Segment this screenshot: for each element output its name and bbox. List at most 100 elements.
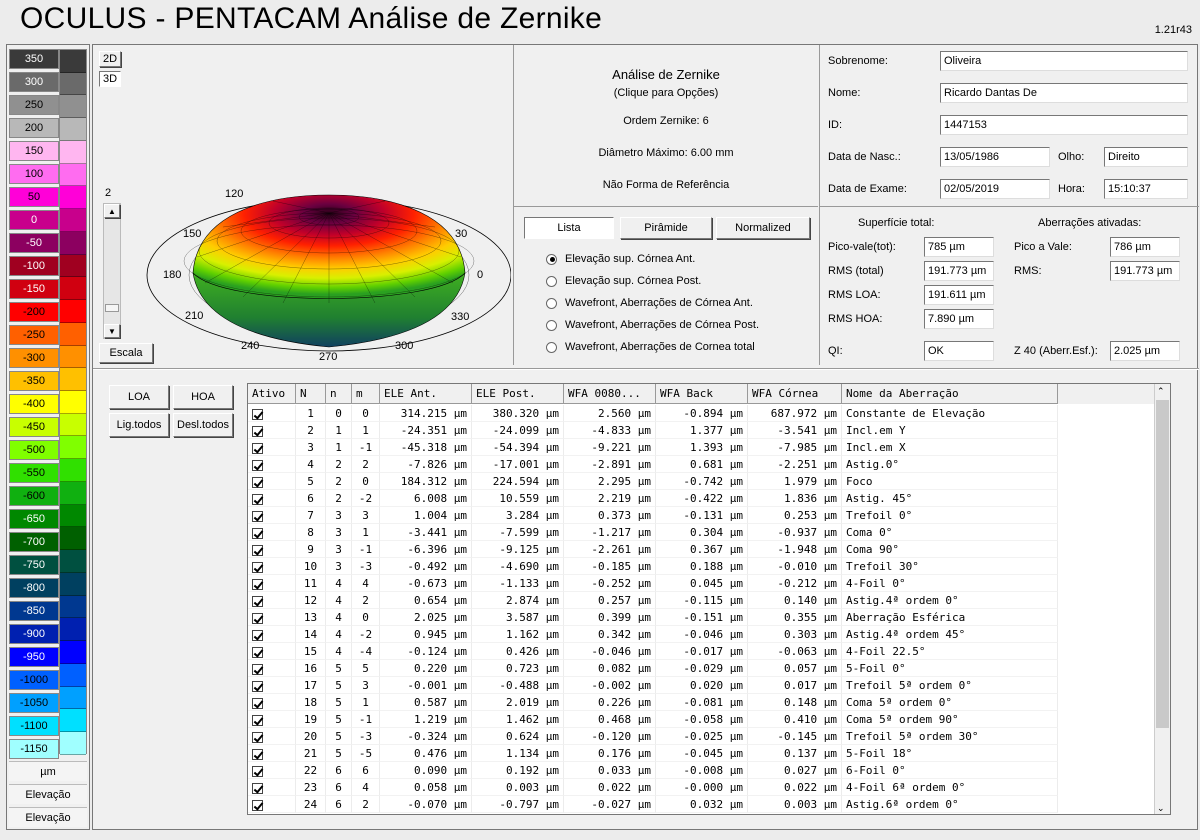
scroll-thumb[interactable] bbox=[1156, 400, 1169, 728]
column-header[interactable]: n bbox=[326, 384, 352, 404]
active-checkbox[interactable] bbox=[252, 510, 263, 522]
table-cell: -0.115 µm bbox=[656, 592, 748, 609]
table-row[interactable]: 19 5 -1 1.219 µm 1.462 µm 0.468 µm -0.058 µm 0.… bbox=[248, 711, 1162, 728]
active-checkbox[interactable] bbox=[252, 561, 263, 573]
table-row[interactable]: 12 4 2 0.654 µm 2.874 µm 0.257 µm -0.115 µm 0.1… bbox=[248, 592, 1162, 609]
radio-button[interactable] bbox=[546, 275, 557, 287]
table-row[interactable]: 13 4 0 2.025 µm 3.587 µm 0.399 µm -0.151 µm 0.3… bbox=[248, 609, 1162, 626]
info-heading[interactable]: Análise de Zernike bbox=[514, 67, 818, 82]
table-row[interactable]: 17 5 3 -0.001 µm -0.488 µm -0.002 µm 0.020 µm 0… bbox=[248, 677, 1162, 694]
scale-type-2[interactable]: Elevação bbox=[9, 807, 87, 827]
radio-option-2[interactable]: Wavefront, Aberrações de Córnea Ant. bbox=[546, 297, 753, 309]
radio-button[interactable] bbox=[546, 319, 557, 331]
desligar-todos-button[interactable]: Desl.todos bbox=[173, 413, 233, 437]
table-row[interactable]: 8 3 1 -3.441 µm -7.599 µm -1.217 µm 0.304 µm -0… bbox=[248, 524, 1162, 541]
column-header[interactable]: N bbox=[296, 384, 326, 404]
table-cell: 0.057 µm bbox=[748, 660, 842, 677]
table-row[interactable]: 1 0 0 314.215 µm 380.320 µm 2.560 µm -0.894 µm… bbox=[248, 405, 1162, 422]
active-checkbox[interactable] bbox=[252, 646, 263, 658]
active-checkbox[interactable] bbox=[252, 799, 263, 811]
ligar-todos-button[interactable]: Lig.todos bbox=[109, 413, 169, 437]
table-row[interactable]: 5 2 0 184.312 µm 224.594 µm 2.295 µm -0.742 µm… bbox=[248, 473, 1162, 490]
scale-type-1[interactable]: Elevação bbox=[9, 784, 87, 804]
table-row[interactable]: 20 5 -3 -0.324 µm 0.624 µm -0.120 µm -0.025 µm… bbox=[248, 728, 1162, 745]
column-header[interactable]: Ativo bbox=[248, 384, 296, 404]
active-checkbox[interactable] bbox=[252, 697, 263, 709]
table-row[interactable]: 6 2 -2 6.008 µm 10.559 µm 2.219 µm -0.422 µm 1.… bbox=[248, 490, 1162, 507]
active-checkbox[interactable] bbox=[252, 442, 263, 454]
radio-option-3[interactable]: Wavefront, Aberrações de Córnea Post. bbox=[546, 319, 759, 331]
app-title: OCULUS - PENTACAM Análise de Zernike bbox=[20, 2, 603, 35]
table-scrollbar[interactable]: ⌃ ⌄ bbox=[1154, 384, 1170, 814]
tab-piramide[interactable]: Pirâmide bbox=[620, 217, 712, 239]
active-checkbox[interactable] bbox=[252, 629, 263, 641]
table-row[interactable]: 10 3 -3 -0.492 µm -4.690 µm -0.185 µm 0.188 µm… bbox=[248, 558, 1162, 575]
active-checkbox[interactable] bbox=[252, 765, 263, 777]
column-header[interactable]: Nome da Aberração bbox=[842, 384, 1058, 404]
table-row[interactable]: 4 2 2 -7.826 µm -17.001 µm -2.891 µm 0.681 µm -… bbox=[248, 456, 1162, 473]
active-checkbox[interactable] bbox=[252, 459, 263, 471]
column-header[interactable]: ELE Post. bbox=[472, 384, 564, 404]
table-row[interactable]: 3 1 -1 -45.318 µm -54.394 µm -9.221 µm 1.393 µ… bbox=[248, 439, 1162, 456]
active-checkbox[interactable] bbox=[252, 663, 263, 675]
scroll-down-icon[interactable]: ⌄ bbox=[1157, 803, 1165, 814]
column-header[interactable]: WFA Back bbox=[656, 384, 748, 404]
cornea-3d-plot[interactable]: 120 30 0 330 300 270 240 210 180 150 bbox=[93, 45, 511, 365]
radio-option-1[interactable]: Elevação sup. Córnea Post. bbox=[546, 275, 701, 287]
table-row[interactable]: 21 5 -5 0.476 µm 1.134 µm 0.176 µm -0.045 µm 0.… bbox=[248, 745, 1162, 762]
zernike-info-panel[interactable]: Análise de Zernike (Clique para Opções) … bbox=[513, 45, 818, 207]
active-checkbox[interactable] bbox=[252, 408, 263, 420]
active-checkbox[interactable] bbox=[252, 476, 263, 488]
radio-button[interactable] bbox=[546, 253, 557, 265]
id-field[interactable]: 1447153 bbox=[940, 115, 1188, 135]
active-checkbox[interactable] bbox=[252, 544, 263, 556]
table-row[interactable]: 9 3 -1 -6.396 µm -9.125 µm -2.261 µm 0.367 µm -… bbox=[248, 541, 1162, 558]
rms-hoa-label: RMS HOA: bbox=[828, 313, 883, 325]
olho-field[interactable]: Direito bbox=[1104, 147, 1188, 167]
radio-label: Elevação sup. Córnea Post. bbox=[565, 275, 702, 287]
sobrenome-field[interactable]: Oliveira bbox=[940, 51, 1188, 71]
active-checkbox[interactable] bbox=[252, 425, 263, 437]
tab-lista[interactable]: Lista bbox=[524, 217, 614, 239]
active-checkbox[interactable] bbox=[252, 731, 263, 743]
active-cell bbox=[248, 456, 296, 473]
table-row[interactable]: 18 5 1 0.587 µm 2.019 µm 0.226 µm -0.081 µm 0.1… bbox=[248, 694, 1162, 711]
tab-normalized[interactable]: Normalized bbox=[716, 217, 810, 239]
radio-option-4[interactable]: Wavefront, Aberrações de Cornea total bbox=[546, 341, 755, 353]
radio-button[interactable] bbox=[546, 341, 557, 353]
column-header[interactable]: ELE Ant. bbox=[380, 384, 472, 404]
active-checkbox[interactable] bbox=[252, 578, 263, 590]
hoa-button[interactable]: HOA bbox=[173, 385, 233, 409]
column-header[interactable]: m bbox=[352, 384, 380, 404]
radio-button[interactable] bbox=[546, 297, 557, 309]
table-cell: 0.342 µm bbox=[564, 626, 656, 643]
active-checkbox[interactable] bbox=[252, 748, 263, 760]
table-cell: -0.742 µm bbox=[656, 473, 748, 490]
active-checkbox[interactable] bbox=[252, 680, 263, 692]
table-row[interactable]: 16 5 5 0.220 µm 0.723 µm 0.082 µm -0.029 µm 0.0… bbox=[248, 660, 1162, 677]
table-row[interactable]: 22 6 6 0.090 µm 0.192 µm 0.033 µm -0.008 µm 0.0… bbox=[248, 762, 1162, 779]
table-row[interactable]: 24 6 2 -0.070 µm -0.797 µm -0.027 µm 0.032 µm 0… bbox=[248, 796, 1162, 813]
active-checkbox[interactable] bbox=[252, 612, 263, 624]
table-row[interactable]: 15 4 -4 -0.124 µm 0.426 µm -0.046 µm -0.017 µm… bbox=[248, 643, 1162, 660]
table-row[interactable]: 7 3 3 1.004 µm 3.284 µm 0.373 µm -0.131 µm 0.25… bbox=[248, 507, 1162, 524]
radio-option-0[interactable]: Elevação sup. Córnea Ant. bbox=[546, 253, 695, 265]
column-header[interactable]: WFA Córnea bbox=[748, 384, 842, 404]
column-header[interactable]: WFA 0080... bbox=[564, 384, 656, 404]
active-checkbox[interactable] bbox=[252, 714, 263, 726]
hora-field[interactable]: 15:10:37 bbox=[1104, 179, 1188, 199]
loa-button[interactable]: LOA bbox=[109, 385, 169, 409]
scale-value-16: -450 bbox=[9, 417, 59, 437]
nome-field[interactable]: Ricardo Dantas De bbox=[940, 83, 1188, 103]
table-row[interactable]: 2 1 1 -24.351 µm -24.099 µm -4.833 µm 1.377 µm… bbox=[248, 422, 1162, 439]
exame-field[interactable]: 02/05/2019 bbox=[940, 179, 1050, 199]
nasc-field[interactable]: 13/05/1986 bbox=[940, 147, 1050, 167]
active-checkbox[interactable] bbox=[252, 782, 263, 794]
table-row[interactable]: 11 4 4 -0.673 µm -1.133 µm -0.252 µm 0.045 µm -… bbox=[248, 575, 1162, 592]
scroll-up-icon[interactable]: ⌃ bbox=[1157, 386, 1165, 397]
table-row[interactable]: 23 6 4 0.058 µm 0.003 µm 0.022 µm -0.000 µm 0.0… bbox=[248, 779, 1162, 796]
active-checkbox[interactable] bbox=[252, 493, 263, 505]
active-checkbox[interactable] bbox=[252, 595, 263, 607]
table-row[interactable]: 14 4 -2 0.945 µm 1.162 µm 0.342 µm -0.046 µm 0.… bbox=[248, 626, 1162, 643]
active-checkbox[interactable] bbox=[252, 527, 263, 539]
